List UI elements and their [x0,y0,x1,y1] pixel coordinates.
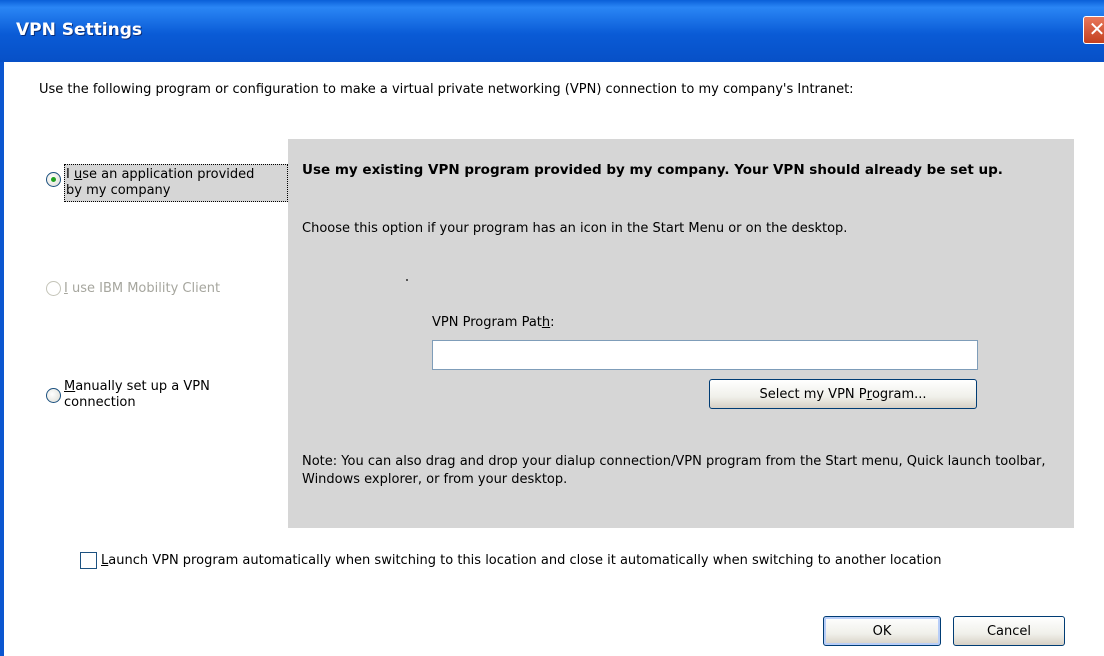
close-icon[interactable]: ✕ [1083,16,1104,44]
radio-option-manual[interactable]: Manually set up a VPN connection [46,379,210,411]
vpn-program-path-label: VPN Program Path: [432,315,555,330]
panel-heading: Use my existing VPN program provided by … [302,162,1003,178]
panel-description: Choose this option if your program has a… [302,221,848,236]
radio-option-ibm-mobility: I use IBM Mobility Client [46,281,220,297]
radio-button-manual[interactable] [46,388,61,403]
radio-label-ibm-mobility: I use IBM Mobility Client [64,281,221,296]
radio-option-application[interactable]: I use an application provided by my comp… [46,164,288,202]
auto-launch-option[interactable]: Launch VPN program automatically when sw… [80,552,941,569]
ok-button[interactable]: OK [823,616,941,646]
window-border [0,62,4,656]
select-vpn-program-button[interactable]: Select my VPN Pr ogram... [709,379,977,409]
intro-text: Use the following program or configurati… [39,82,854,97]
radio-button-ibm-mobility [46,281,61,296]
radio-label-manual[interactable]: Manually set up a VPN connection [64,379,210,411]
cancel-button[interactable]: Cancel [953,616,1065,646]
auto-launch-label[interactable]: Launch VPN program automatically when sw… [101,553,941,568]
radio-button-application[interactable] [46,172,61,187]
decorative-dot [406,279,408,281]
drag-drop-note: Note: You can also drag and drop your di… [302,454,1046,487]
auto-launch-checkbox[interactable] [80,552,97,569]
vpn-program-path-input[interactable] [432,340,978,370]
window-title: VPN Settings [16,20,143,40]
title-bar: VPN Settings [0,0,1104,62]
radio-label-application[interactable]: I use an application provided by my comp… [64,164,288,202]
